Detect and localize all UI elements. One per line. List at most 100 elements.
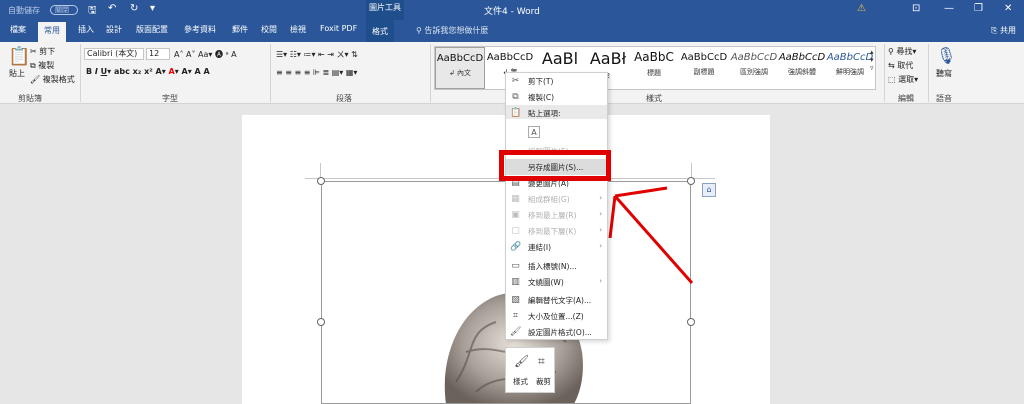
group-separator: [430, 44, 431, 102]
clipboard-icon: 📋: [510, 108, 522, 118]
scissors-icon: ✂: [511, 76, 520, 86]
format-picture-icon: 🖌: [510, 327, 522, 337]
resize-handle[interactable]: [317, 177, 325, 185]
highlight-box: [499, 150, 611, 181]
title-bar: 自動儲存 關閉 🖫 ↶ ↻ ▾ 圖片工具 文件4 - Word ⚠ ⊡ — ❐ …: [0, 0, 1024, 20]
style-subtle-emphasis[interactable]: AaBbCcD 區別強調: [729, 47, 779, 89]
menu-item-edit-alt-text[interactable]: ▧ 編輯替代文字(A)...: [506, 292, 607, 308]
paste-icon[interactable]: 📋: [8, 46, 30, 67]
clipboard-group-label: 剪貼簿: [18, 94, 42, 103]
menu-item-format-picture[interactable]: 🖌 設定圖片格式(O)...: [506, 324, 607, 340]
style-normal[interactable]: AaBbCcD ↲ 內文: [435, 47, 485, 89]
menu-item-cut[interactable]: ✂ 剪下(T): [506, 73, 607, 89]
styles-gallery: AaBbCcD ↲ 內文 AaBbCcD ↲ 無 AaBl 1 AaBł 2 A…: [434, 46, 876, 90]
copy-icon: ⧉: [512, 92, 519, 102]
dictate-button[interactable]: 聽寫: [936, 68, 952, 79]
copy-button[interactable]: ⧉ 複製: [30, 60, 54, 71]
link-icon: 🔗: [510, 242, 522, 252]
microphone-icon[interactable]: 🎙: [936, 46, 956, 65]
menu-item-send-to-back[interactable]: ▢ 移到最下層(K) ›: [506, 223, 607, 239]
find-button[interactable]: ⚲ 尋找▾: [888, 46, 916, 57]
tab-format[interactable]: 格式: [366, 20, 394, 42]
styles-group-label: 樣式: [646, 94, 662, 103]
qat-more-icon[interactable]: ▾: [150, 3, 155, 14]
group-separator: [928, 44, 929, 102]
minimize-icon[interactable]: —: [944, 3, 954, 14]
group-separator: [270, 44, 271, 102]
menu-item-size-position[interactable]: ⌗ 大小及位置...(Z): [506, 308, 607, 324]
style-title[interactable]: AaBbC 標題: [629, 47, 679, 89]
tab-references[interactable]: 參考資料: [184, 24, 216, 35]
tab-insert[interactable]: 插入: [78, 24, 94, 35]
mini-crop-button[interactable]: 裁剪: [536, 376, 551, 387]
alignment-buttons[interactable]: ≡ ≡ ≡ ≡ ⊫ ≣ ▤▾ ▦▾: [276, 68, 357, 77]
replace-button[interactable]: ⇆ 取代: [888, 60, 913, 71]
resize-handle[interactable]: [317, 318, 325, 326]
mini-style-button[interactable]: 樣式: [513, 376, 528, 387]
style-subtitle[interactable]: AaBbCcD 副標題: [679, 47, 729, 89]
close-icon[interactable]: ✕: [1004, 3, 1012, 14]
tab-mailings[interactable]: 郵件: [232, 24, 248, 35]
size-position-icon: ⌗: [512, 311, 519, 321]
wrap-text-icon: ▥: [511, 277, 520, 287]
undo-icon[interactable]: ↶: [108, 3, 116, 14]
share-icon: ⎘: [991, 26, 1000, 35]
menu-item-link[interactable]: 🔗 連結(I) ›: [506, 239, 607, 255]
chevron-right-icon: ›: [599, 277, 602, 285]
context-menu: ✂ 剪下(T) ⧉ 複製(C) 📋 貼上選項: A 編輯圖片(E) 另存成圖片(…: [505, 72, 608, 340]
resize-handle[interactable]: [687, 318, 695, 326]
chevron-right-icon: ›: [599, 226, 602, 234]
document-title: 文件4 - Word: [484, 7, 540, 17]
menu-item-copy[interactable]: ⧉ 複製(C): [506, 89, 607, 105]
autosave-toggle[interactable]: 關閉: [50, 5, 78, 15]
font-format-buttons[interactable]: B I U▾ abc x₂ x² A▾ A▾ A▾ A A: [86, 67, 210, 76]
cut-button[interactable]: ✂ 剪下: [30, 46, 55, 57]
chevron-right-icon: ›: [599, 194, 602, 202]
font-size-select[interactable]: 12: [146, 48, 170, 60]
format-painter-button[interactable]: 🖌 複製格式: [30, 74, 75, 85]
menu-item-wrap-text[interactable]: ▥ 文繞圖(W) ›: [506, 274, 607, 290]
save-icon[interactable]: 🖫: [88, 3, 97, 20]
redo-icon[interactable]: ↻: [130, 3, 138, 14]
ribbon-display-icon[interactable]: ⊡: [912, 3, 920, 14]
tab-home[interactable]: 常用: [38, 22, 66, 42]
tab-foxit-pdf[interactable]: Foxit PDF: [320, 24, 357, 33]
menu-item-bring-to-front[interactable]: ▣ 移到最上層(R) ›: [506, 207, 607, 223]
menu-item-paste-options: 📋 貼上選項:: [510, 108, 561, 118]
annotation-arrow: [608, 186, 694, 284]
restore-icon[interactable]: ❐: [974, 3, 983, 14]
chevron-right-icon: ›: [599, 210, 602, 218]
style-emphasis[interactable]: AaBbCcD 強調斜體: [777, 47, 827, 89]
tab-layout[interactable]: 版面配置: [136, 24, 168, 35]
paste-button[interactable]: 貼上: [9, 68, 25, 79]
menu-item-paste-keep-text[interactable]: A: [506, 123, 607, 141]
tell-me-search[interactable]: ⚲ 告訴我您想做什麼: [416, 25, 488, 36]
chevron-right-icon: ›: [599, 242, 602, 250]
ribbon-tabs: 檔案 常用 插入 設計 版面配置 參考資料 郵件 校閱 檢視 Foxit PDF…: [0, 20, 1024, 42]
font-group-label: 字型: [162, 94, 178, 103]
select-button[interactable]: ⬚ 選取▾: [888, 74, 918, 85]
voice-group-label: 語音: [936, 94, 952, 103]
menu-item-insert-caption[interactable]: ▭ 插入標號(N)...: [506, 258, 607, 274]
gallery-scroll-icon[interactable]: ▴ ▾ ▿: [870, 48, 874, 72]
font-name-select[interactable]: Calibri (本文): [84, 48, 144, 60]
tab-view[interactable]: 檢視: [290, 24, 306, 35]
bring-front-icon: ▣: [511, 210, 520, 220]
tab-file[interactable]: 檔案: [10, 24, 26, 35]
style-brush-icon[interactable]: 🖌: [514, 354, 529, 368]
font-size-buttons[interactable]: A˄ A˅ Aa▾ 🅐 ᵃ A: [174, 49, 237, 60]
warning-icon[interactable]: ⚠: [857, 3, 866, 14]
paragraph-group-label: 段落: [336, 94, 352, 103]
tab-design[interactable]: 設計: [106, 24, 122, 35]
share-button[interactable]: ⎘ 共用: [991, 25, 1016, 36]
group-icon: ▦: [511, 194, 520, 204]
alt-text-icon: ▧: [511, 295, 520, 305]
list-buttons[interactable]: ☰▾ ☷▾ ≔▾ ⇤ ⇥ ㄨ▾ ⇅: [276, 49, 358, 60]
style-intense-emphasis[interactable]: AaBbCcD 鮮明強調: [825, 47, 875, 89]
editing-group-label: 編輯: [898, 94, 914, 103]
menu-item-group[interactable]: ▦ 組成群組(G) ›: [506, 191, 607, 207]
paste-text-icon: A: [528, 126, 540, 138]
crop-icon[interactable]: ⌗: [538, 354, 545, 369]
caption-icon: ▭: [511, 261, 520, 271]
tab-review[interactable]: 校閱: [261, 24, 277, 35]
